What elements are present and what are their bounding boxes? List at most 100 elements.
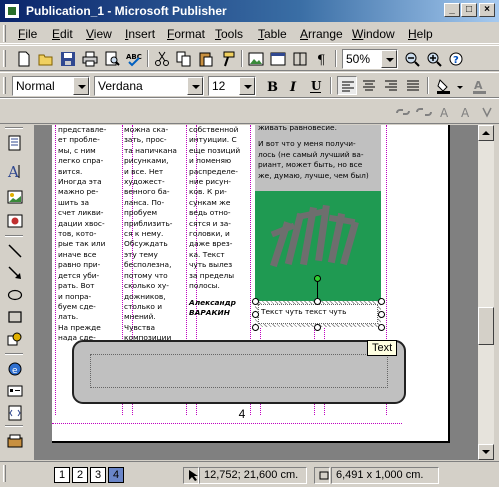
menu-window[interactable]: Window [352,27,395,41]
minimize-button[interactable]: _ [444,3,460,17]
resize-handle[interactable] [314,324,321,331]
text-column-2[interactable]: можна ска-зать, прос-та напичкана рисунк… [124,125,177,344]
align-right-icon[interactable] [381,76,401,95]
text-column-4[interactable]: живать равновесие. И вот что у меня полу… [258,125,369,181]
menu-insert[interactable]: Insert [125,27,155,41]
scroll-down-button[interactable] [478,444,494,460]
show-formatting-icon[interactable]: ¶ [312,49,332,68]
link-text-boxes-icon[interactable] [393,102,413,121]
italic-icon[interactable]: I [284,76,304,95]
rectangle-tool-icon[interactable] [5,307,25,327]
green-picture[interactable] [255,191,381,301]
form-control-tool-icon[interactable] [5,381,25,401]
resize-handle[interactable] [378,324,385,331]
font-color-icon[interactable]: A [470,76,490,95]
document-workspace[interactable]: представле-ет пробле-мы, с ним легко спр… [34,125,478,460]
vertical-scrollbar[interactable] [478,125,494,460]
font-size-dropdown[interactable] [239,77,255,95]
zoom-dropdown[interactable] [381,50,397,68]
maximize-button[interactable]: □ [461,3,477,17]
clip-art-tool-icon[interactable] [5,211,25,231]
print-icon[interactable] [80,49,100,68]
menu-bar: File Edit View Insert Format Tools Table… [0,22,499,44]
rounded-rectangle-shape[interactable] [72,340,406,404]
text-column-1[interactable]: представле-ет пробле-мы, с ним легко спр… [58,125,106,344]
format-painter-icon[interactable] [218,49,238,68]
new-icon[interactable] [14,49,34,68]
autoshapes-tool-icon[interactable] [5,329,25,349]
page-tab-1[interactable]: 1 [54,467,70,483]
resize-handle[interactable] [252,324,259,331]
web-page-preview-icon[interactable] [268,49,288,68]
resize-handle[interactable] [252,311,259,318]
zoom-out-icon[interactable] [402,49,422,68]
text-box-tool-icon[interactable]: A [5,161,25,181]
arrow-tool-icon[interactable] [5,263,25,283]
page-tab-4[interactable]: 4 [108,467,124,483]
scroll-thumb[interactable] [478,307,494,345]
insert-picture-icon[interactable] [246,49,266,68]
design-gallery-tool-icon[interactable] [5,431,25,451]
resize-handle[interactable] [378,298,385,305]
align-left-icon[interactable] [337,76,357,95]
page-tab-3[interactable]: 3 [90,467,106,483]
line-tool-icon[interactable] [5,241,25,261]
pointer-tool-icon[interactable] [5,133,25,153]
resize-handle[interactable] [378,311,385,318]
text-column-3[interactable]: собственной интуиции. Сеще позиций и поме… [189,125,240,318]
toolbar-grip[interactable] [3,77,6,94]
menu-arrange[interactable]: Arrange [300,27,343,41]
author-name: Александр [189,297,236,307]
publication-page[interactable]: представле-ет пробле-мы, с ним легко спр… [52,125,450,443]
text-direction-icon[interactable] [477,102,497,121]
align-center-icon[interactable] [359,76,379,95]
style-select[interactable]: Normal [12,76,90,96]
scroll-up-button[interactable] [478,125,494,141]
bold-icon[interactable]: B [262,76,282,95]
copy-icon[interactable] [174,49,194,68]
menu-file[interactable]: File [18,27,37,41]
zoom-select[interactable]: 50% [342,49,398,69]
previous-box-icon[interactable]: A [436,102,456,121]
next-box-icon[interactable]: A [457,102,477,121]
page-number: 4 [238,407,246,421]
menu-view[interactable]: View [86,27,112,41]
title-bar: Publication_1 - Microsoft Publisher _ □ … [0,0,499,22]
menu-grip[interactable] [3,25,6,42]
justify-icon[interactable] [403,76,423,95]
help-icon[interactable]: ? [446,49,466,68]
paste-icon[interactable] [196,49,216,68]
open-icon[interactable] [36,49,56,68]
picture-frame-tool-icon[interactable] [5,187,25,207]
font-select[interactable]: Verdana [94,76,204,96]
spelling-icon[interactable]: ABC [124,49,144,68]
menu-table[interactable]: Table [258,27,287,41]
cut-icon[interactable] [152,49,172,68]
svg-text:¶: ¶ [317,53,325,67]
rotate-handle[interactable] [314,275,321,282]
menu-tools[interactable]: Tools [215,27,243,41]
unlink-text-boxes-icon[interactable] [414,102,434,121]
resize-handle[interactable] [314,298,321,305]
oval-tool-icon[interactable] [5,285,25,305]
menu-edit[interactable]: Edit [52,27,73,41]
font-size-select[interactable]: 12 [208,76,256,96]
hot-spot-tool-icon[interactable]: e [5,359,25,379]
html-code-tool-icon[interactable] [5,403,25,423]
toolbar-grip[interactable] [3,50,6,67]
save-icon[interactable] [58,49,78,68]
resize-handle[interactable] [252,298,259,305]
underline-icon[interactable]: U [306,76,326,95]
close-button[interactable]: × [479,3,495,17]
menu-format[interactable]: Format [167,27,205,41]
menu-help[interactable]: Help [408,27,433,41]
zoom-in-icon[interactable] [424,49,444,68]
font-dropdown[interactable] [187,77,203,95]
shape-text-area[interactable] [90,354,388,388]
style-dropdown[interactable] [73,77,89,95]
fill-color-icon[interactable] [434,76,454,95]
columns-icon[interactable] [290,49,310,68]
print-preview-icon[interactable] [102,49,122,68]
publisher-icon[interactable] [4,3,20,19]
page-tab-2[interactable]: 2 [72,467,88,483]
